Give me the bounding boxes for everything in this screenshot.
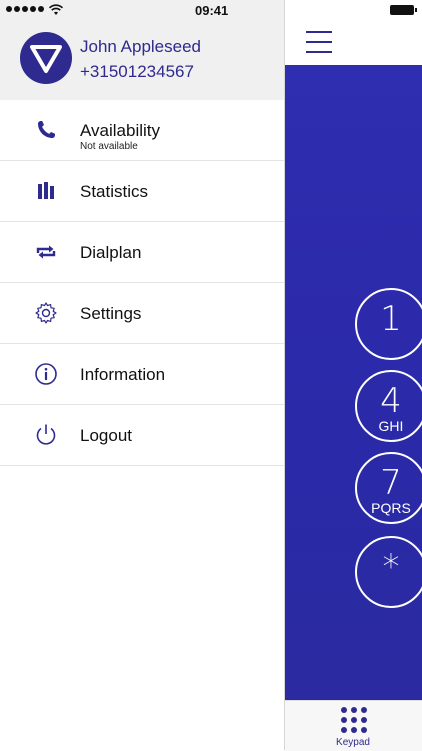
menu-label-information: Information bbox=[80, 365, 166, 384]
side-drawer: John Appleseed +31501234567 Availability… bbox=[0, 0, 284, 750]
battery-icon bbox=[390, 5, 417, 15]
key-digit: 1 bbox=[380, 299, 402, 339]
phone-icon bbox=[38, 121, 55, 138]
keypad-screen: 1 4 GHI 7 PQRS * bbox=[284, 0, 422, 751]
profile-name: John Appleseed bbox=[80, 37, 201, 56]
key-star[interactable]: * bbox=[355, 536, 422, 608]
keypad-grid-icon[interactable] bbox=[341, 707, 367, 733]
key-digit: 4 bbox=[380, 381, 402, 421]
menu-item-availability[interactable]: Availability Not available bbox=[0, 100, 284, 161]
key-7[interactable]: 7 PQRS bbox=[355, 452, 422, 524]
key-digit: 7 bbox=[380, 463, 402, 503]
brand-logo-icon bbox=[30, 45, 62, 73]
menu-label-statistics: Statistics bbox=[80, 182, 149, 201]
hamburger-menu-icon[interactable] bbox=[306, 31, 332, 53]
profile-number: +31501234567 bbox=[80, 62, 194, 81]
info-icon bbox=[35, 363, 57, 385]
status-bar: 09:41 bbox=[0, 0, 422, 22]
menu-item-logout[interactable]: Logout bbox=[0, 405, 284, 466]
drawer-menu: Availability Not available Statistics Di… bbox=[0, 100, 284, 466]
gear-icon bbox=[35, 302, 57, 324]
menu-label-dialplan: Dialplan bbox=[80, 243, 142, 262]
key-4[interactable]: 4 GHI bbox=[355, 370, 422, 442]
status-time: 09:41 bbox=[195, 3, 229, 18]
key-letters: GHI bbox=[378, 418, 404, 434]
key-1[interactable]: 1 bbox=[355, 288, 422, 360]
bar-chart-icon bbox=[38, 182, 54, 199]
availability-status: Not available bbox=[80, 141, 138, 152]
power-icon bbox=[36, 424, 56, 445]
repeat-arrows-icon bbox=[36, 245, 56, 259]
menu-label-logout: Logout bbox=[80, 426, 132, 445]
keypad-area: 1 4 GHI 7 PQRS * bbox=[285, 65, 422, 700]
menu-item-dialplan[interactable]: Dialplan bbox=[0, 222, 284, 283]
tab-keypad-label[interactable]: Keypad bbox=[284, 737, 422, 748]
signal-strength-icon bbox=[6, 6, 44, 12]
menu-item-information[interactable]: Information bbox=[0, 344, 284, 405]
wifi-icon bbox=[48, 4, 64, 15]
key-digit: * bbox=[382, 547, 400, 587]
logo-avatar bbox=[20, 32, 72, 84]
menu-label-settings: Settings bbox=[80, 304, 142, 323]
menu-item-settings[interactable]: Settings bbox=[0, 283, 284, 344]
menu-item-statistics[interactable]: Statistics bbox=[0, 161, 284, 222]
menu-label-availability: Availability bbox=[80, 121, 161, 140]
key-letters: PQRS bbox=[371, 500, 411, 516]
